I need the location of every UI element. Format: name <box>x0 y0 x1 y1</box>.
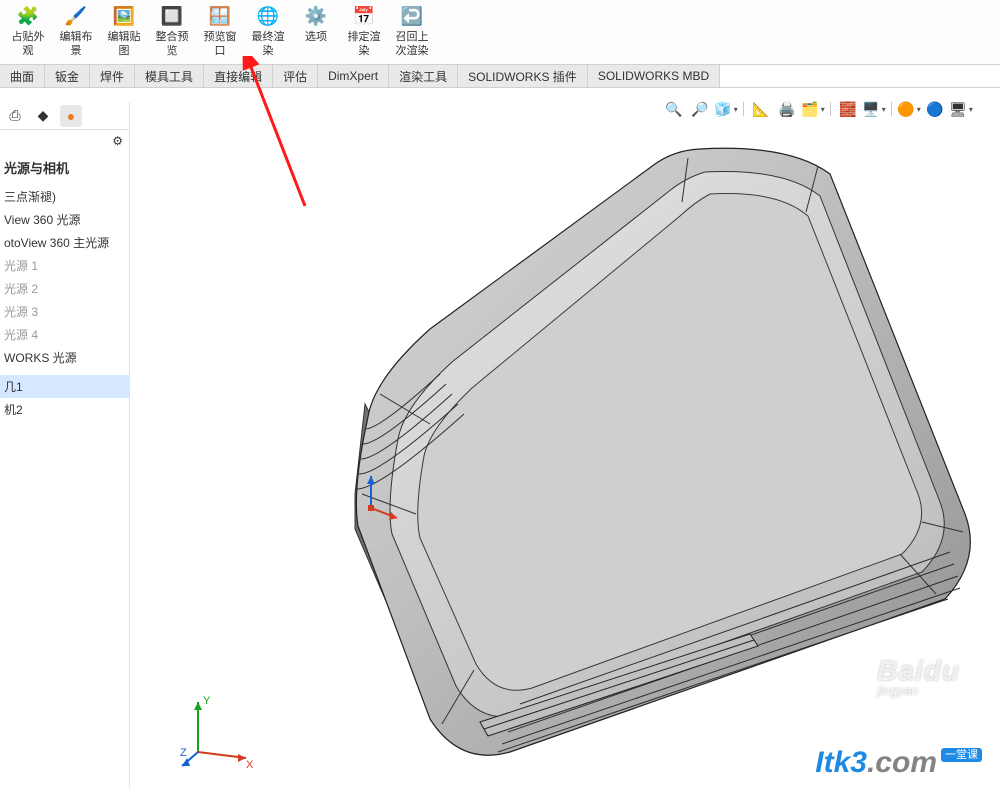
hud-icon-10[interactable]: 🖥 <box>952 100 970 118</box>
hud-icon-3[interactable]: 📐 <box>752 100 770 118</box>
toolbar-btn-7[interactable]: 📅 排定渲 染 <box>340 2 388 60</box>
hud-icon-4[interactable]: 🖨️ <box>778 100 796 118</box>
svg-text:Z: Z <box>180 747 187 759</box>
toolbar-label: 召回上 <box>396 30 429 44</box>
hud-icon-9[interactable]: 🔵 <box>926 100 944 118</box>
toolbar-label: 编辑贴 <box>108 30 141 44</box>
toolbar-label: 口 <box>215 44 226 58</box>
cm-tab-9[interactable]: SOLIDWORKS MBD <box>588 65 720 87</box>
toolbar-icon-0: 🧩 <box>15 4 41 28</box>
toolbar-label: 图 <box>119 44 130 58</box>
tree-item-7[interactable]: WORKS 光源 <box>0 346 129 369</box>
panel-tab-appearances[interactable]: ● <box>60 105 82 127</box>
toolbar-label: 染 <box>359 44 370 58</box>
toolbar-label: 景 <box>71 44 82 58</box>
toolbar-btn-0[interactable]: 🧩 占贴外 观 <box>4 2 52 60</box>
hud-icon-1[interactable]: 🔎 <box>691 100 709 118</box>
hud-icon-6[interactable]: 🧱 <box>839 100 857 118</box>
toolbar-label: 览 <box>167 44 178 58</box>
toolbar-icon-7: 📅 <box>351 4 377 28</box>
view-orientation-triad[interactable]: Y X Z <box>180 690 260 770</box>
toolbar-btn-4[interactable]: 🪟 预览窗 口 <box>196 2 244 60</box>
tree-item-1[interactable]: View 360 光源 <box>0 208 129 231</box>
cm-tab-3[interactable]: 模具工具 <box>135 65 204 87</box>
cm-tab-0[interactable]: 曲面 <box>0 65 45 87</box>
tree-item-6[interactable]: 光源 4 <box>0 323 129 346</box>
hud-icon-5[interactable]: 🗂️ <box>804 100 822 118</box>
tree-item-5[interactable]: 光源 3 <box>0 300 129 323</box>
toolbar-icon-8: ↩️ <box>399 4 425 28</box>
cm-tab-4[interactable]: 直接编辑 <box>204 65 273 87</box>
toolbar-btn-5[interactable]: 🌐 最终渲 染 <box>244 2 292 60</box>
hud-separator <box>743 102 744 116</box>
toolbar-btn-1[interactable]: 🖌️ 编辑布 景 <box>52 2 100 60</box>
watermark-itk3: Itk3.com一堂课 <box>815 746 982 780</box>
heads-up-view-toolbar: 🔍 🔎 🧊 📐 🖨️ 🗂️ 🧱 🖥️ 🟠 🔵 🖥 <box>665 100 970 118</box>
toolbar-label: 选项 <box>305 30 327 44</box>
command-manager-tabs: 曲面钣金焊件模具工具直接编辑评估DimXpert渲染工具SOLIDWORKS 插… <box>0 64 1000 88</box>
tree-item-0[interactable]: 三点渐褪) <box>0 185 129 208</box>
cm-tab-8[interactable]: SOLIDWORKS 插件 <box>458 65 588 87</box>
tree-item-10[interactable]: 机2 <box>0 398 129 421</box>
panel-gear-row: ⚙ <box>0 130 129 152</box>
panel-tab-1[interactable]: ⎙ <box>4 105 26 127</box>
toolbar-label: 最终渲 <box>252 30 285 44</box>
toolbar-btn-2[interactable]: 🖼️ 编辑贴 图 <box>100 2 148 60</box>
toolbar-icon-2: 🖼️ <box>111 4 137 28</box>
toolbar-btn-6[interactable]: ⚙️ 选项 <box>292 2 340 46</box>
hud-icon-7[interactable]: 🖥️ <box>865 100 883 118</box>
render-toolbar: 🧩 占贴外 观🖌️ 编辑布 景🖼️ 编辑贴 图🔲 整合预 览🪟 预览窗 口🌐 <box>0 0 1000 64</box>
toolbar-btn-8[interactable]: ↩️ 召回上 次渲染 <box>388 2 436 60</box>
model-render <box>130 94 1000 788</box>
toolbar-label: 排定渲 <box>348 30 381 44</box>
cm-tab-6[interactable]: DimXpert <box>318 65 389 87</box>
cm-tab-5[interactable]: 评估 <box>273 65 318 87</box>
hud-separator <box>830 102 831 116</box>
panel-tab-row: ⎙ ◆ ● <box>0 102 129 130</box>
tree-item-3[interactable]: 光源 1 <box>0 254 129 277</box>
svg-text:X: X <box>246 759 254 770</box>
feature-manager-panel: ⎙ ◆ ● ⚙ 光源与相机 三点渐褪)View 360 光源otoView 36… <box>0 102 130 788</box>
toolbar-label: 预览窗 <box>204 30 237 44</box>
cm-tab-2[interactable]: 焊件 <box>90 65 135 87</box>
tree-item-2[interactable]: otoView 360 主光源 <box>0 231 129 254</box>
toolbar-icon-5: 🌐 <box>255 4 281 28</box>
panel-title: 光源与相机 <box>0 152 129 185</box>
hud-icon-8[interactable]: 🟠 <box>900 100 918 118</box>
panel-tab-2[interactable]: ◆ <box>32 105 54 127</box>
toolbar-label: 编辑布 <box>60 30 93 44</box>
svg-text:Y: Y <box>203 695 211 707</box>
cm-tab-1[interactable]: 钣金 <box>45 65 90 87</box>
hud-icon-2[interactable]: 🧊 <box>717 100 735 118</box>
toolbar-label: 占贴外 <box>12 30 45 44</box>
toolbar-label: 整合预 <box>156 30 189 44</box>
lights-cameras-tree: 三点渐褪)View 360 光源otoView 360 主光源光源 1光源 2光… <box>0 185 129 421</box>
graphics-viewport[interactable] <box>130 94 1000 788</box>
panel-gear-icon[interactable]: ⚙ <box>112 134 123 148</box>
tree-item-4[interactable]: 光源 2 <box>0 277 129 300</box>
tree-item-9[interactable]: 几1 <box>0 375 129 398</box>
watermark-baidu: Baidu jingyan <box>877 655 960 698</box>
hud-separator <box>891 102 892 116</box>
hud-icon-0[interactable]: 🔍 <box>665 100 683 118</box>
cm-tab-7[interactable]: 渲染工具 <box>389 65 458 87</box>
toolbar-label: 染 <box>263 44 274 58</box>
toolbar-icon-3: 🔲 <box>159 4 185 28</box>
toolbar-label: 观 <box>23 44 34 58</box>
toolbar-icon-6: ⚙️ <box>303 4 329 28</box>
toolbar-icon-1: 🖌️ <box>63 4 89 28</box>
toolbar-icon-4: 🪟 <box>207 4 233 28</box>
toolbar-btn-3[interactable]: 🔲 整合预 览 <box>148 2 196 60</box>
toolbar-label: 次渲染 <box>396 44 429 58</box>
